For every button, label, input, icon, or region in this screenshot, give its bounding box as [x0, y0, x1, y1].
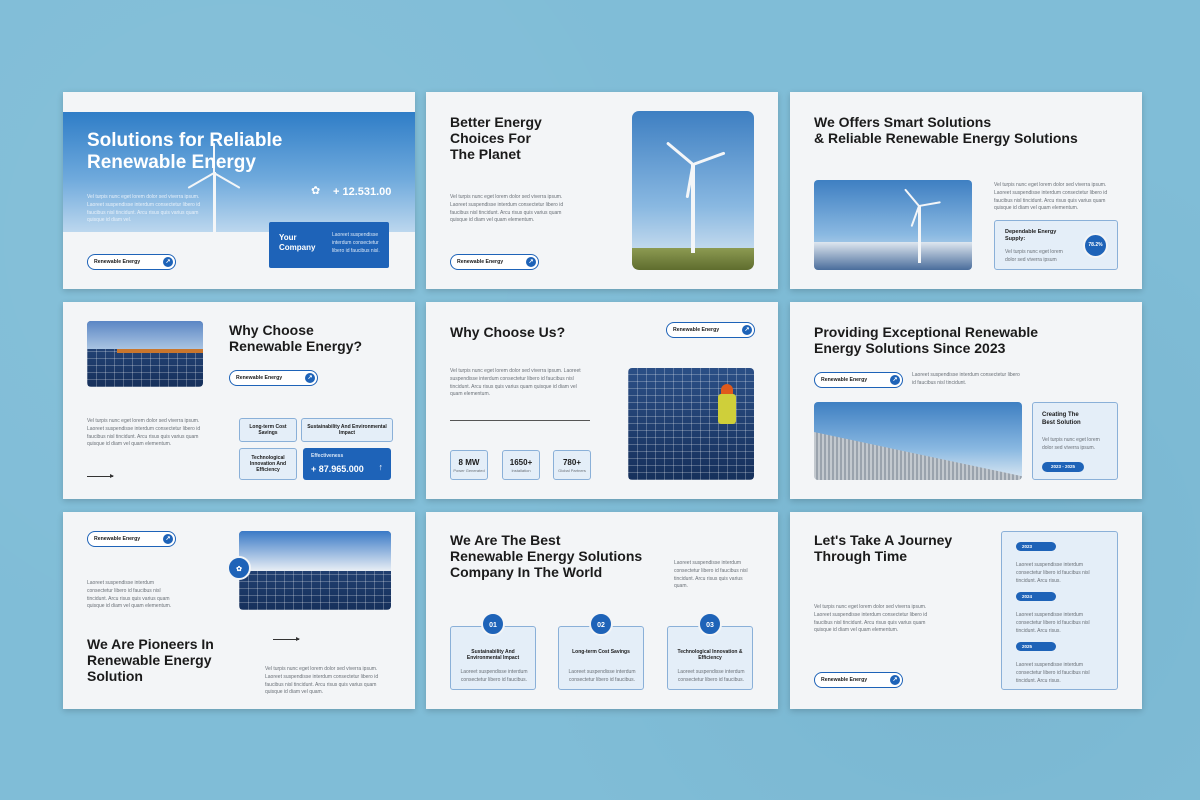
slide-title: Better Energy Choices For The Planet: [450, 114, 542, 163]
body-text: Vel turpis nunc eget lorem dolor sed viv…: [814, 604, 928, 634]
slide-4[interactable]: Why Choose Renewable Energy? Renewable E…: [63, 302, 415, 499]
stat-value: + 12.531.00: [333, 186, 392, 198]
step-number: 02: [589, 612, 613, 636]
plant-icon: ✿: [227, 556, 251, 580]
arrow-icon: ↗: [742, 325, 752, 335]
feature-box: Long-term Cost Savings: [239, 418, 297, 442]
slide-title: Let's Take A Journey Through Time: [814, 532, 953, 565]
step-number: 03: [698, 612, 722, 636]
supply-card: Dependable Energy Supply: Vel turpis nun…: [994, 220, 1118, 270]
slide-5[interactable]: Why Choose Us? Renewable Energy ↗ Vel tur…: [426, 302, 778, 499]
arrow-icon: ↗: [305, 373, 315, 383]
body-text: Laoreet suspendisse interdum consectetur…: [87, 580, 172, 610]
arrow-icon: [87, 474, 114, 478]
slide-6[interactable]: Providing Exceptional Renewable Energy S…: [790, 302, 1142, 499]
body-text: Vel turpis nunc eget lorem dolor sed viv…: [87, 418, 201, 448]
renewable-energy-pill[interactable]: Renewable Energy ↗: [814, 672, 903, 688]
slide-title: Why Choose Renewable Energy?: [229, 322, 363, 355]
slide-7[interactable]: Renewable Energy ↗ Laoreet suspendisse in…: [63, 512, 415, 709]
slide-title: We Are Pioneers In Renewable Energy Solu…: [87, 636, 214, 685]
turbine-photo: [632, 111, 754, 270]
slide-title: We Are The Best Renewable Energy Solutio…: [450, 532, 643, 581]
step-number: 01: [481, 612, 505, 636]
percent-badge: 78.2%: [1083, 233, 1108, 258]
solar-sky-photo: [239, 531, 391, 610]
slide-title: Solutions for Reliable Renewable Energy: [87, 130, 283, 173]
body-text: Vel turpis nunc eget lorem dolor sed viv…: [450, 368, 581, 398]
body-text: Vel turpis nunc eget lorem dolor sed viv…: [450, 194, 564, 224]
arrow-icon: ↗: [890, 675, 900, 685]
timeline-card: 2023 Laoreet suspendisse interdum consec…: [1001, 531, 1118, 690]
arrow-icon: ↗: [163, 257, 173, 267]
stat-box: 8 MW Power Generated: [450, 450, 488, 480]
renewable-energy-pill[interactable]: Renewable Energy ↗: [814, 372, 903, 388]
year-badge: 2023: [1016, 542, 1056, 551]
company-card: Your Company Laoreet suspendisse interdu…: [269, 222, 389, 268]
slide-2[interactable]: Better Energy Choices For The Planet Vel…: [426, 92, 778, 289]
arrow-icon: [273, 637, 300, 641]
up-arrow-icon: ↑: [378, 462, 384, 472]
solution-card: Creating The Best Solution Vel turpis nu…: [1032, 402, 1118, 480]
body-text: Vel turpis nunc eget lorem dolor sed viv…: [87, 194, 201, 224]
stat-box: 780+ Global Partners: [553, 450, 591, 480]
body-text: Laoreet suspendisse interdum consectetur…: [912, 372, 1020, 386]
slide-3[interactable]: We Offers Smart Solutions & Reliable Ren…: [790, 92, 1142, 289]
renewable-energy-pill[interactable]: Renewable Energy ↗: [87, 531, 176, 547]
technician-photo: [628, 368, 754, 480]
renewable-energy-pill[interactable]: Renewable Energy ↗: [87, 254, 176, 270]
feature-box: Sustainability And Environmental Impact: [301, 418, 393, 442]
body-text: Vel turpis nunc eget lorem dolor sed viv…: [265, 666, 379, 696]
renewable-energy-pill[interactable]: Renewable Energy ↗: [229, 370, 318, 386]
arrow-icon: ↗: [890, 375, 900, 385]
solar-workers-photo: [87, 321, 203, 387]
arrow-icon: ↗: [163, 534, 173, 544]
body-text: Vel turpis nunc eget lorem dolor sed viv…: [994, 182, 1108, 212]
renewable-energy-pill[interactable]: Renewable Energy ↗: [450, 254, 539, 270]
wind-farm-photo: [814, 180, 972, 270]
plant-icon: ✿: [311, 185, 321, 197]
slide-8[interactable]: We Are The Best Renewable Energy Solutio…: [426, 512, 778, 709]
stat-box: 1650+ Installation: [502, 450, 540, 480]
solar-roof-photo: [814, 402, 1022, 480]
year-badge: 2025: [1016, 642, 1056, 651]
slide-title: We Offers Smart Solutions & Reliable Ren…: [814, 114, 1078, 147]
slide-title: Why Choose Us?: [450, 324, 566, 340]
slide-9[interactable]: Let's Take A Journey Through Time Vel tu…: [790, 512, 1142, 709]
effectiveness-card: Effectiveness + 87.965.000 ↑: [303, 448, 391, 480]
year-badge: 2024: [1016, 592, 1056, 601]
slide-1[interactable]: Solutions for Reliable Renewable Energy …: [63, 92, 415, 289]
body-text: Laoreet suspendisse interdum consectetur…: [674, 560, 748, 590]
slide-title: Providing Exceptional Renewable Energy S…: [814, 324, 1039, 357]
feature-box: Technological Innovation And Efficiency: [239, 448, 297, 480]
arrow-icon: ↗: [526, 257, 536, 267]
years-badge: 2023 - 2025: [1042, 462, 1084, 472]
renewable-energy-pill[interactable]: Renewable Energy ↗: [666, 322, 755, 338]
divider: [450, 420, 590, 421]
